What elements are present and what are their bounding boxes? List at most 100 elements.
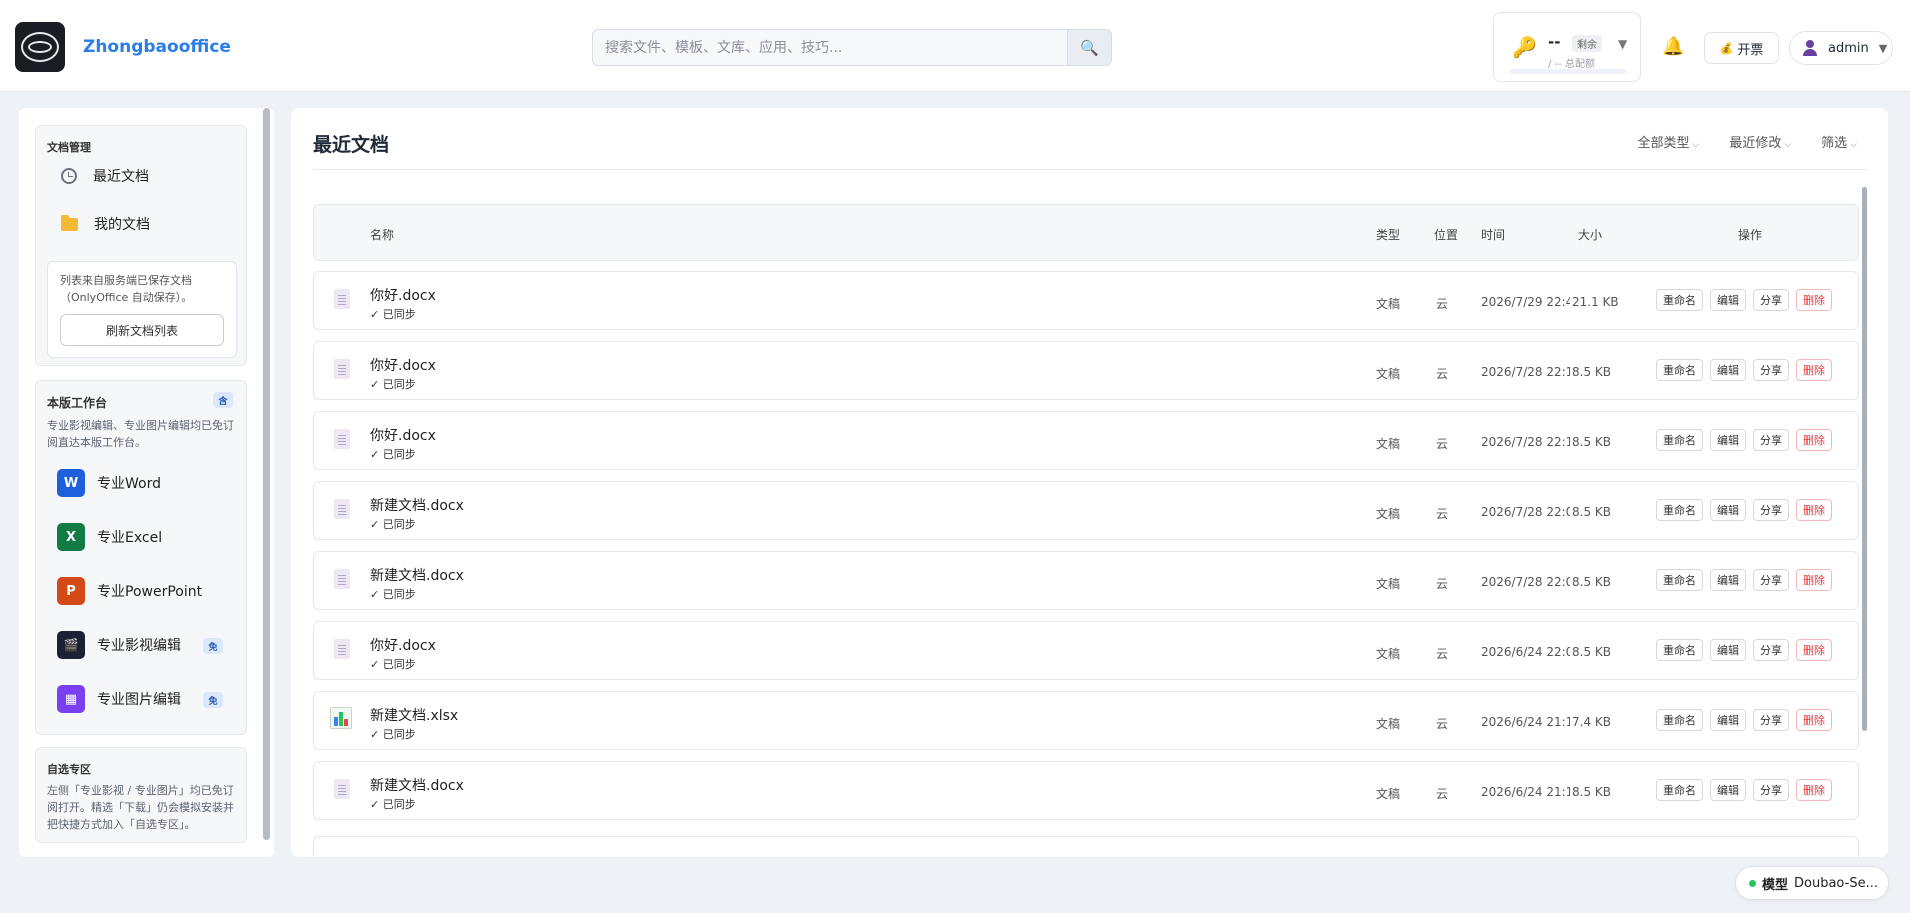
delete-button[interactable]: 删除 <box>1796 569 1832 591</box>
sidebar-scrollbar[interactable] <box>263 108 270 840</box>
file-type: 文稿 <box>1376 297 1401 311</box>
table-row[interactable]: 新建文档.docx ✓ 已同步 文稿云 2026/7/28 22:02:09 8.5 K… <box>313 481 1859 540</box>
row-actions: 重命名 编辑 分享 删除 <box>1656 359 1832 381</box>
edit-button[interactable]: 编辑 <box>1710 709 1746 731</box>
row-actions: 重命名 编辑 分享 删除 <box>1656 779 1832 801</box>
edit-button[interactable]: 编辑 <box>1710 779 1746 801</box>
file-name[interactable]: 新建文档.docx <box>370 775 464 795</box>
edit-button[interactable]: 编辑 <box>1710 569 1746 591</box>
rename-button[interactable]: 重命名 <box>1656 709 1703 731</box>
file-name[interactable]: 你好.docx <box>370 355 436 375</box>
file-location: 云 <box>1436 647 1449 661</box>
file-type: 文稿 <box>1376 647 1401 661</box>
file-type: 文稿 <box>1376 717 1401 731</box>
rename-button[interactable]: 重命名 <box>1656 569 1703 591</box>
share-button[interactable]: 分享 <box>1753 639 1789 661</box>
table-row[interactable]: 新建文档.docx ✓ 已同步 文稿云 2026/6/24 21:13:38 8.5 K… <box>313 761 1859 820</box>
edit-button[interactable]: 编辑 <box>1710 429 1746 451</box>
docx-icon <box>334 499 350 519</box>
delete-button[interactable]: 删除 <box>1796 499 1832 521</box>
refresh-list-button[interactable]: 刷新文档列表 <box>60 314 224 346</box>
rename-button[interactable]: 重命名 <box>1656 499 1703 521</box>
word-icon: W <box>57 469 85 497</box>
user-menu[interactable]: admin ▼ <box>1789 31 1893 65</box>
excel-icon: X <box>57 523 85 551</box>
file-name[interactable]: 新建文档.docx <box>370 495 464 515</box>
invoice-button[interactable]: 💰 开票 <box>1704 32 1779 64</box>
edit-button[interactable]: 编辑 <box>1710 289 1746 311</box>
table-row[interactable]: 新建文档.docx ✓ 已同步 文稿云 2026/7/28 22:02:08 8.5 K… <box>313 551 1859 610</box>
table-row[interactable]: 新建文档.xlsx ✓ 已同步 文稿云 2026/6/24 21:18:41 7.4 K… <box>313 691 1859 750</box>
chevron-down-icon[interactable]: ▼ <box>1618 37 1627 51</box>
share-button[interactable]: 分享 <box>1753 779 1789 801</box>
filter-sort[interactable]: 最近修改 ⌵ <box>1729 132 1791 151</box>
file-size: 8.5 KB <box>1570 645 1611 659</box>
bell-icon[interactable]: 🔔 <box>1662 36 1684 57</box>
quota-widget[interactable]: 🔑 -- 剩余 / -- 总配额 ▼ <box>1493 12 1641 82</box>
sync-status: ✓ 已同步 <box>370 308 416 321</box>
app-excel[interactable]: X 专业Excel <box>57 523 162 551</box>
rename-button[interactable]: 重命名 <box>1656 639 1703 661</box>
model-selector[interactable]: 模型 Doubao-Se... <box>1735 866 1889 900</box>
file-location: 云 <box>1436 507 1449 521</box>
table-row[interactable]: 你好.docx ✓ 已同步 文稿云 2026/7/29 22:48:46 21.1 KB… <box>313 271 1859 330</box>
search-input[interactable] <box>593 30 1069 65</box>
powerpoint-icon: P <box>57 577 85 605</box>
file-location: 云 <box>1436 577 1449 591</box>
table-row <box>313 836 1859 857</box>
app-video-editor[interactable]: 🎬 专业影视编辑 <box>57 631 181 659</box>
delete-button[interactable]: 删除 <box>1796 359 1832 381</box>
quota-total: / -- 总配额 <box>1548 59 1595 70</box>
delete-button[interactable]: 删除 <box>1796 709 1832 731</box>
share-button[interactable]: 分享 <box>1753 569 1789 591</box>
edit-button[interactable]: 编辑 <box>1710 359 1746 381</box>
filter-more[interactable]: 筛选 ⌵ <box>1821 132 1857 151</box>
app-label: 专业Word <box>97 476 161 492</box>
page-title: 最近文档 <box>313 134 390 156</box>
rename-button[interactable]: 重命名 <box>1656 779 1703 801</box>
rename-button[interactable]: 重命名 <box>1656 359 1703 381</box>
file-type: 文稿 <box>1376 367 1401 381</box>
docx-icon <box>334 429 350 449</box>
status-dot <box>1749 879 1756 887</box>
edit-button[interactable]: 编辑 <box>1710 499 1746 521</box>
delete-button[interactable]: 删除 <box>1796 429 1832 451</box>
sync-status: ✓ 已同步 <box>370 378 416 391</box>
sidebar-item-recent[interactable]: 最近文档 <box>61 166 149 186</box>
app-logo[interactable] <box>15 22 65 72</box>
file-name[interactable]: 新建文档.docx <box>370 565 464 585</box>
delete-button[interactable]: 删除 <box>1796 779 1832 801</box>
filter-type[interactable]: 全部类型 ⌵ <box>1637 132 1699 151</box>
share-button[interactable]: 分享 <box>1753 359 1789 381</box>
app-powerpoint[interactable]: P 专业PowerPoint <box>57 577 202 605</box>
search-bar: 🔍 <box>592 29 1112 66</box>
app-image-editor[interactable]: ▦ 专业图片编辑 <box>57 685 181 713</box>
edit-button[interactable]: 编辑 <box>1710 639 1746 661</box>
delete-button[interactable]: 删除 <box>1796 289 1832 311</box>
file-name[interactable]: 你好.docx <box>370 635 436 655</box>
file-name[interactable]: 你好.docx <box>370 425 436 445</box>
share-button[interactable]: 分享 <box>1753 429 1789 451</box>
delete-button[interactable]: 删除 <box>1796 639 1832 661</box>
share-button[interactable]: 分享 <box>1753 709 1789 731</box>
file-name[interactable]: 你好.docx <box>370 285 436 305</box>
table-row[interactable]: 你好.docx ✓ 已同步 文稿云 2026/7/28 22:13:34 8.5 KB 重… <box>313 411 1859 470</box>
brand-name[interactable]: Zhongbaooffice <box>83 37 231 57</box>
file-name[interactable]: 新建文档.xlsx <box>370 705 458 725</box>
share-button[interactable]: 分享 <box>1753 289 1789 311</box>
divider <box>313 169 1868 170</box>
list-scrollbar[interactable] <box>1862 187 1867 731</box>
search-icon[interactable]: 🔍 <box>1067 30 1111 65</box>
free-badge: 免 <box>203 638 223 654</box>
custom-zone-desc: 左侧「专业影视 / 专业图片」均已免订阅打开。精选「下载」仍会模拟安装并把快捷方… <box>47 784 234 831</box>
rename-button[interactable]: 重命名 <box>1656 289 1703 311</box>
table-row[interactable]: 你好.docx ✓ 已同步 文稿云 2026/6/24 22:07:05 8.5 KB 重… <box>313 621 1859 680</box>
sidebar-item-my-docs[interactable]: 我的文档 <box>61 214 150 234</box>
file-location: 云 <box>1436 297 1449 311</box>
rename-button[interactable]: 重命名 <box>1656 429 1703 451</box>
image-icon: ▦ <box>57 685 85 713</box>
app-word[interactable]: W 专业Word <box>57 469 161 497</box>
table-row[interactable]: 你好.docx ✓ 已同步 文稿云 2026/7/28 22:13:35 8.5 KB 重… <box>313 341 1859 400</box>
col-type: 类型 <box>1376 228 1401 242</box>
share-button[interactable]: 分享 <box>1753 499 1789 521</box>
